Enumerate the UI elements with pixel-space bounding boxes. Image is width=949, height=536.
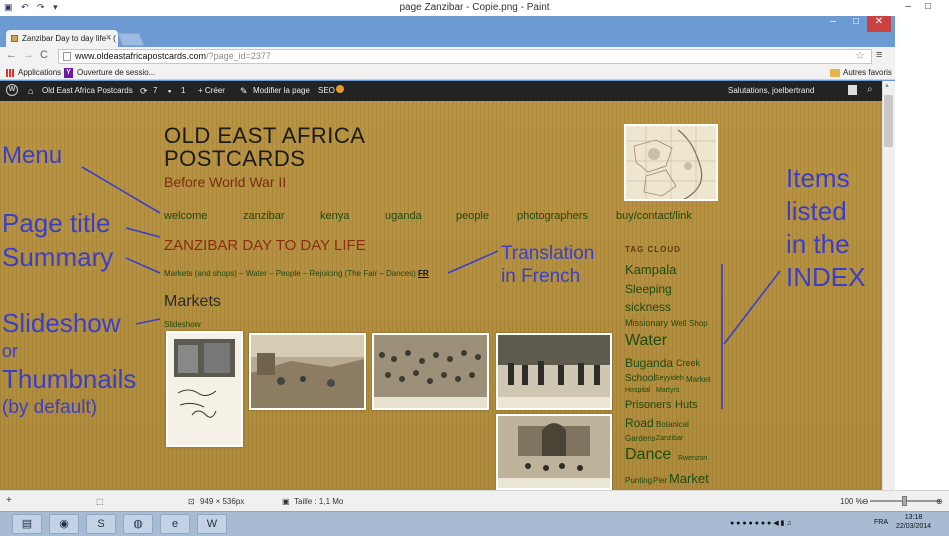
reload-icon[interactable]: C (40, 49, 48, 61)
cursor-position-icon: + (6, 495, 12, 506)
home-icon: ⌂ (28, 86, 34, 96)
yahoo-icon: Y (64, 68, 73, 78)
word-icon[interactable]: W (197, 514, 227, 534)
wp-greeting[interactable]: Salutations, joelbertrand (728, 86, 814, 95)
internet-explorer-icon[interactable]: e (160, 514, 190, 534)
annotation-items: Items (786, 163, 850, 193)
bookmark-session[interactable]: Ouverture de sessio... (77, 68, 155, 77)
browser-tab[interactable]: Zanzibar Day to day life - ( ✕ (6, 30, 118, 47)
favicon-icon (11, 35, 18, 42)
wp-seo-link[interactable]: SEO (318, 86, 335, 95)
skype-icon[interactable]: S (86, 514, 116, 534)
clock-date: 22/03/2014 (896, 523, 932, 530)
taskbar-clock[interactable]: 13:18 22/03/2014 (896, 513, 931, 531)
page-icon (63, 52, 71, 61)
scrollbar-thumb[interactable] (884, 95, 893, 147)
wp-new-link[interactable]: + Créer (198, 86, 225, 95)
url-path: /?page_id=2377 (206, 51, 271, 61)
forward-icon[interactable]: → (23, 49, 34, 61)
wordpress-icon[interactable]: W (6, 84, 18, 96)
wp-updates-count[interactable]: 7 (153, 86, 157, 95)
chrome-icon[interactable]: ◉ (49, 514, 79, 534)
system-tray-icons[interactable]: ● ● ● ● ● ● ● ◀ ▮ ♫ (730, 519, 792, 527)
disk-icon: ▣ (282, 497, 290, 506)
image-dimensions: 949 × 536px (200, 497, 245, 506)
minimize-button[interactable]: – (821, 16, 845, 32)
close-tab-icon[interactable]: ✕ (105, 33, 112, 42)
apps-icon (6, 69, 14, 77)
annotation-in-french: in French (501, 266, 581, 287)
paint-status-bar (0, 490, 949, 511)
network-app-icon[interactable]: ◍ (123, 514, 153, 534)
image-size-icon: ⊡ (188, 497, 195, 506)
wp-site-link[interactable]: Old East Africa Postcards (42, 86, 133, 95)
annotation-thumbnails: Thumbnails (2, 364, 137, 394)
seo-status-icon (336, 85, 344, 93)
bookmark-star-icon[interactable]: ☆ (855, 49, 865, 62)
bookmark-other[interactable]: Autres favoris (843, 68, 892, 77)
avatar[interactable] (848, 85, 857, 95)
annotation-index: INDEX (786, 262, 866, 292)
language-indicator[interactable]: FRA (874, 519, 888, 526)
back-icon[interactable]: ← (6, 49, 17, 61)
annotation-summary: Summary (2, 242, 114, 272)
paint-window-controls[interactable]: –□ (905, 1, 945, 12)
wp-comments-count[interactable]: 1 (181, 86, 185, 95)
maximize-button[interactable]: □ (845, 16, 867, 32)
updates-icon: ⟳ (140, 86, 148, 96)
bookmark-apps[interactable]: Applications (18, 68, 61, 77)
zoom-level: 100 % (840, 497, 863, 506)
new-tab-button[interactable] (117, 33, 145, 46)
annotation-listed: listed (786, 196, 847, 226)
annotation-arrows (81, 166, 781, 409)
annotation-by-default: (by default) (2, 397, 98, 418)
zoom-in-icon[interactable]: ⊕ (936, 497, 943, 506)
address-bar[interactable]: www.oldeastafricapostcards.com/?page_id=… (58, 49, 872, 64)
paint-title-bar: ▣ ↶ ↷ ▾ page Zanzibar - Copie.png - Pain… (0, 0, 949, 16)
search-icon[interactable]: ⌕ (867, 84, 873, 95)
annotation-or: or (2, 341, 19, 361)
annotation-slideshow: Slideshow (2, 308, 121, 338)
file-explorer-icon[interactable]: ▤ (12, 514, 42, 534)
paint-window-title: page Zanzibar - Copie.png - Paint (399, 2, 550, 13)
folder-icon (830, 69, 840, 77)
comments-icon: ▪ (168, 86, 172, 96)
zoom-slider-knob[interactable] (902, 496, 907, 506)
annotation-menu: Menu (2, 142, 63, 169)
annotation-page-title: Page title (2, 208, 111, 238)
clock-time: 13:18 (904, 514, 923, 521)
chrome-menu-icon[interactable]: ≡ (876, 49, 882, 61)
wp-edit-page-link[interactable]: Modifier la page (253, 86, 310, 95)
annotation-translation: Translation (501, 243, 595, 264)
selection-icon: ⬚ (96, 497, 104, 506)
annotation-in-the: in the (786, 229, 850, 259)
scroll-up-icon[interactable]: ▲ (884, 83, 890, 89)
tab-title: Zanzibar Day to day life - ( (22, 34, 116, 43)
pencil-icon: ✎ (240, 86, 248, 96)
zoom-out-icon[interactable]: ⊖ (862, 497, 869, 506)
close-window-button[interactable]: ✕ (867, 16, 891, 32)
url-host: www.oldeastafricapostcards.com (75, 51, 207, 61)
file-size: Taille : 1,1 Mo (294, 497, 344, 506)
